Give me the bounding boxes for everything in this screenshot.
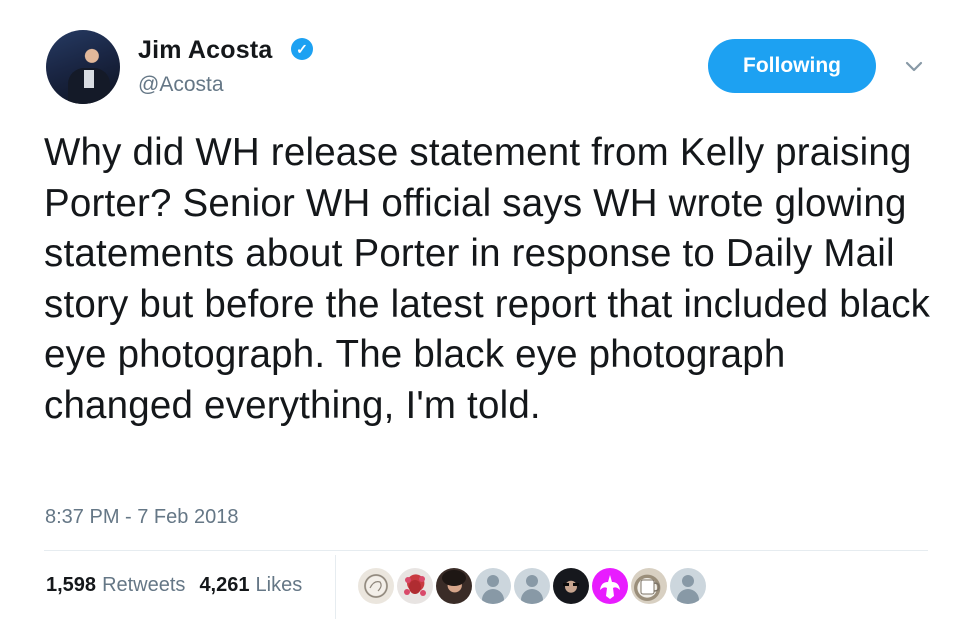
liker-avatar[interactable]: [514, 568, 550, 604]
liker-avatar[interactable]: [436, 568, 472, 604]
retweet-label: Retweets: [102, 574, 186, 596]
liker-avatar[interactable]: [475, 568, 511, 604]
rebel-alliance-icon: [600, 575, 620, 599]
author-handle[interactable]: @Acosta: [138, 73, 224, 97]
liker-avatar[interactable]: [553, 568, 589, 604]
default-avatar-icon: [526, 575, 538, 587]
face-photo-icon: [442, 570, 466, 586]
mug-photo-icon: [640, 579, 660, 595]
liker-avatar[interactable]: [358, 568, 394, 604]
tweet-text: Why did WH release statement from Kelly …: [44, 131, 931, 427]
pattern-icon: [404, 576, 426, 596]
tweet-stats: 1,598 Retweets 4,261 Likes: [46, 574, 302, 597]
retweet-stat[interactable]: 1,598 Retweets: [46, 574, 185, 597]
liker-avatar[interactable]: [631, 568, 667, 604]
author-avatar[interactable]: [46, 30, 120, 104]
like-label: Likes: [255, 574, 303, 596]
default-avatar-icon: [682, 575, 694, 587]
face-photo-icon: [563, 583, 579, 586]
liker-avatar[interactable]: [592, 568, 628, 604]
liker-avatars: [358, 568, 706, 604]
like-stat[interactable]: 4,261 Likes: [199, 574, 302, 597]
following-button[interactable]: Following: [708, 39, 876, 93]
retweet-count: 1,598: [46, 574, 97, 596]
divider: [44, 550, 928, 551]
avatar-shirt: [84, 70, 94, 88]
default-avatar-icon: [487, 575, 499, 587]
like-count: 4,261: [199, 574, 250, 596]
author-name[interactable]: Jim Acosta: [138, 36, 272, 65]
liker-avatar[interactable]: [670, 568, 706, 604]
chevron-down-icon[interactable]: [902, 54, 926, 78]
coin-drawing-icon: [364, 574, 388, 598]
liker-avatar[interactable]: [397, 568, 433, 604]
stats-divider: [335, 555, 336, 619]
verified-badge-icon: ✓: [291, 38, 313, 60]
tweet-timestamp[interactable]: 8:37 PM - 7 Feb 2018: [45, 506, 238, 529]
